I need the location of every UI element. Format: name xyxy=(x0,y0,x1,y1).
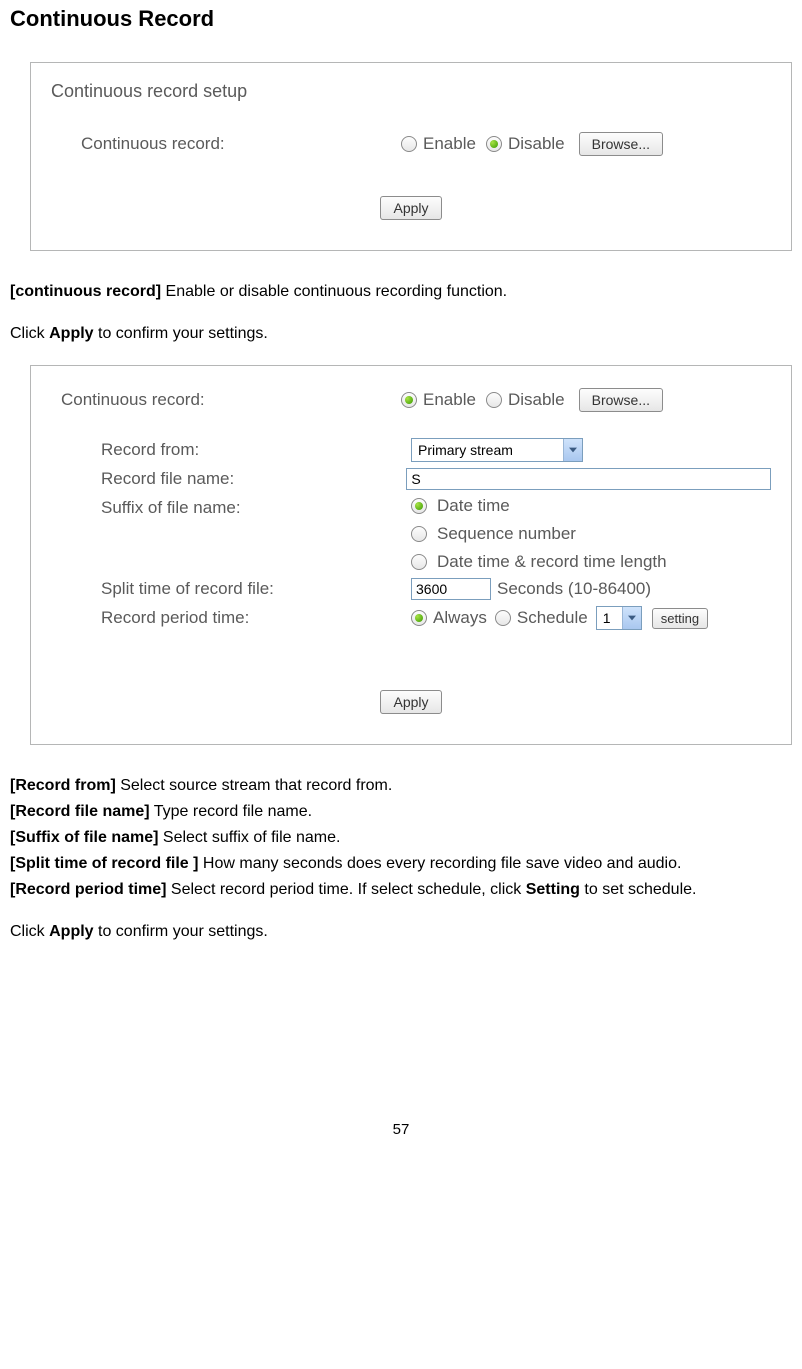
radio-enable-2-label: Enable xyxy=(423,390,476,410)
desc-continuous-record: [continuous record] Enable or disable co… xyxy=(10,281,792,303)
label-continuous-record: Continuous record: xyxy=(51,134,401,154)
setting-button[interactable]: setting xyxy=(652,608,708,629)
radio-period-schedule-icon[interactable] xyxy=(495,610,511,626)
browse-button[interactable]: Browse... xyxy=(579,132,663,156)
chevron-down-icon xyxy=(622,607,641,629)
page-title: Continuous Record xyxy=(10,6,792,32)
panel-continuous-record-setup: Continuous record setup Continuous recor… xyxy=(30,62,792,251)
label-record-period: Record period time: xyxy=(51,608,411,628)
apply-sentence-1: Click Apply to confirm your settings. xyxy=(10,325,792,343)
select-schedule-number-value: 1 xyxy=(597,610,622,626)
label-split-time: Split time of record file: xyxy=(51,579,411,599)
desc-record-period: [Record period time] Select record perio… xyxy=(10,879,792,901)
radio-enable-2-icon[interactable] xyxy=(401,392,417,408)
page-number: 57 xyxy=(10,1121,792,1158)
radio-disable-2-label: Disable xyxy=(508,390,565,410)
label-record-file-name: Record file name: xyxy=(51,469,406,489)
split-time-hint: Seconds (10-86400) xyxy=(497,579,651,599)
radio-suffix-datetime-icon[interactable] xyxy=(411,498,427,514)
radio-suffix-sequence-icon[interactable] xyxy=(411,526,427,542)
radio-suffix-sequence-label: Sequence number xyxy=(437,524,576,544)
radio-period-always-icon[interactable] xyxy=(411,610,427,626)
select-record-from[interactable]: Primary stream xyxy=(411,438,583,462)
radio-disable-icon[interactable] xyxy=(486,136,502,152)
radio-disable-label: Disable xyxy=(508,134,565,154)
select-schedule-number[interactable]: 1 xyxy=(596,606,642,630)
browse-button-2[interactable]: Browse... xyxy=(579,388,663,412)
input-split-time[interactable] xyxy=(411,578,491,600)
desc-suffix: [Suffix of file name] Select suffix of f… xyxy=(10,827,792,849)
desc-record-from: [Record from] Select source stream that … xyxy=(10,775,792,797)
radio-enable-label: Enable xyxy=(423,134,476,154)
label-continuous-record-2: Continuous record: xyxy=(51,390,401,410)
chevron-down-icon xyxy=(563,439,582,461)
desc-split-time: [Split time of record file ] How many se… xyxy=(10,853,792,875)
apply-button-1[interactable]: Apply xyxy=(380,196,441,220)
label-suffix: Suffix of file name: xyxy=(51,496,411,518)
radio-disable-2-icon[interactable] xyxy=(486,392,502,408)
radio-enable-icon[interactable] xyxy=(401,136,417,152)
radio-suffix-datetime-label: Date time xyxy=(437,496,510,516)
radio-period-always-label: Always xyxy=(433,608,487,628)
input-record-file-name[interactable] xyxy=(406,468,771,490)
panel1-title: Continuous record setup xyxy=(51,81,771,102)
radio-suffix-both-icon[interactable] xyxy=(411,554,427,570)
panel-continuous-record-details: Continuous record: Enable Disable Browse… xyxy=(30,365,792,745)
apply-button-2[interactable]: Apply xyxy=(380,690,441,714)
radio-suffix-both-label: Date time & record time length xyxy=(437,552,667,572)
apply-sentence-2: Click Apply to confirm your settings. xyxy=(10,923,792,941)
label-record-from: Record from: xyxy=(51,440,411,460)
select-record-from-value: Primary stream xyxy=(412,442,563,458)
radio-period-schedule-label: Schedule xyxy=(517,608,588,628)
desc-record-file-name: [Record file name] Type record file name… xyxy=(10,801,792,823)
